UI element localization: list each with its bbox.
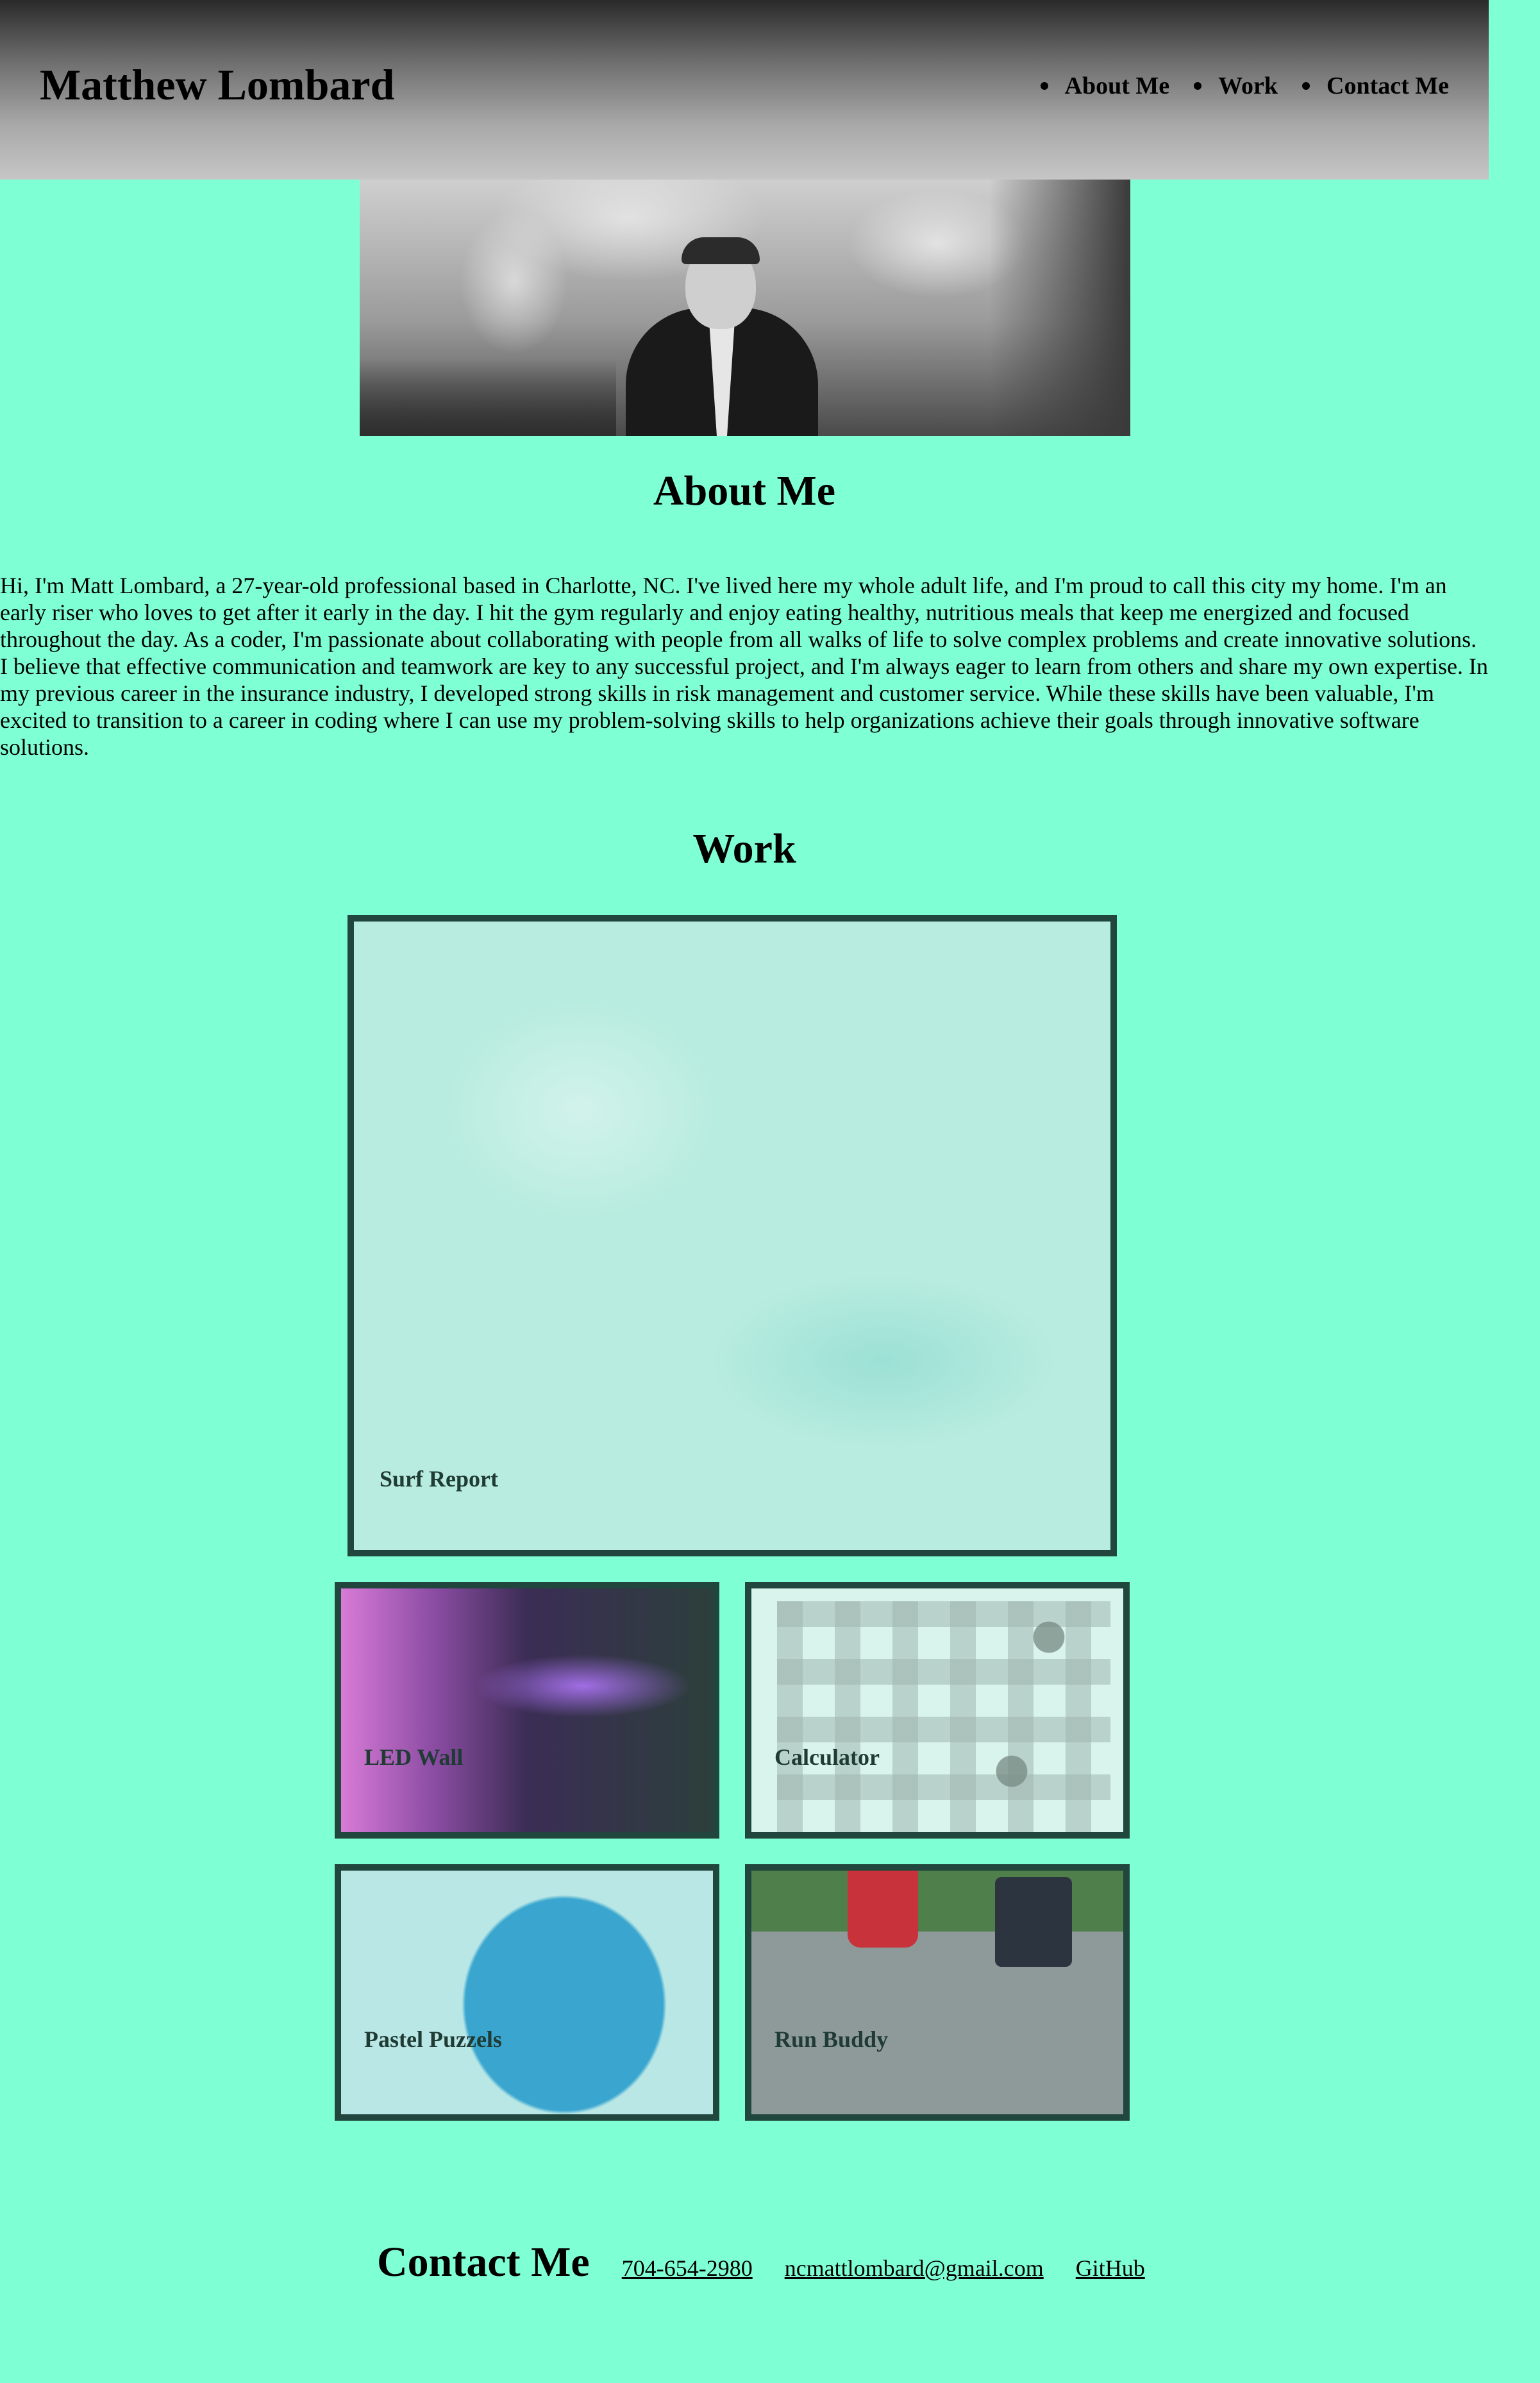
site-title: Matthew Lombard [40,60,395,109]
calculator-pattern [777,1601,1110,1832]
project-label: Calculator [774,1744,880,1770]
project-card-calculator[interactable]: Calculator [745,1582,1130,1839]
project-card-pastel-puzzels[interactable]: Pastel Puzzels [335,1864,719,2121]
hero-photo [360,180,1130,436]
nav-link-about[interactable]: About Me [1065,72,1170,100]
work-title: Work [692,825,796,872]
nav-link-work[interactable]: Work [1218,72,1278,100]
nav-item-about: About Me [1041,72,1170,100]
project-card-surf-report[interactable]: Surf Report [347,915,1117,1556]
about-title: About Me [653,467,836,514]
nav-item-work: Work [1194,72,1278,100]
project-label: Run Buddy [774,2026,889,2052]
contact-github-link[interactable]: GitHub [1076,2255,1145,2282]
hero-hair [682,237,760,264]
project-label: Pastel Puzzels [364,2026,502,2052]
hero-trees-right [989,180,1130,436]
project-label: LED Wall [364,1744,464,1770]
contact-phone-link[interactable]: 704-654-2980 [622,2255,753,2282]
contact-email-link[interactable]: ncmattlombard@gmail.com [785,2255,1044,2282]
hero-trees-left [360,359,616,436]
project-label: Surf Report [380,1466,498,1492]
contact-section: Contact Me 704-654-2980 ncmattlombard@gm… [377,2238,1145,2287]
contact-title: Contact Me [377,2239,590,2286]
about-text: Hi, I'm Matt Lombard, a 27-year-old prof… [0,573,1488,760]
nav-item-contact: Contact Me [1302,72,1449,100]
runner-figure [995,1877,1072,1967]
nav-link-contact[interactable]: Contact Me [1327,72,1449,100]
site-header: Matthew Lombard About Me Work Contact Me [0,0,1489,180]
project-card-run-buddy[interactable]: Run Buddy [745,1864,1130,2121]
runner-figure [848,1871,918,1948]
project-card-led-wall[interactable]: LED Wall [335,1582,719,1839]
main-nav: About Me Work Contact Me [1016,72,1450,100]
